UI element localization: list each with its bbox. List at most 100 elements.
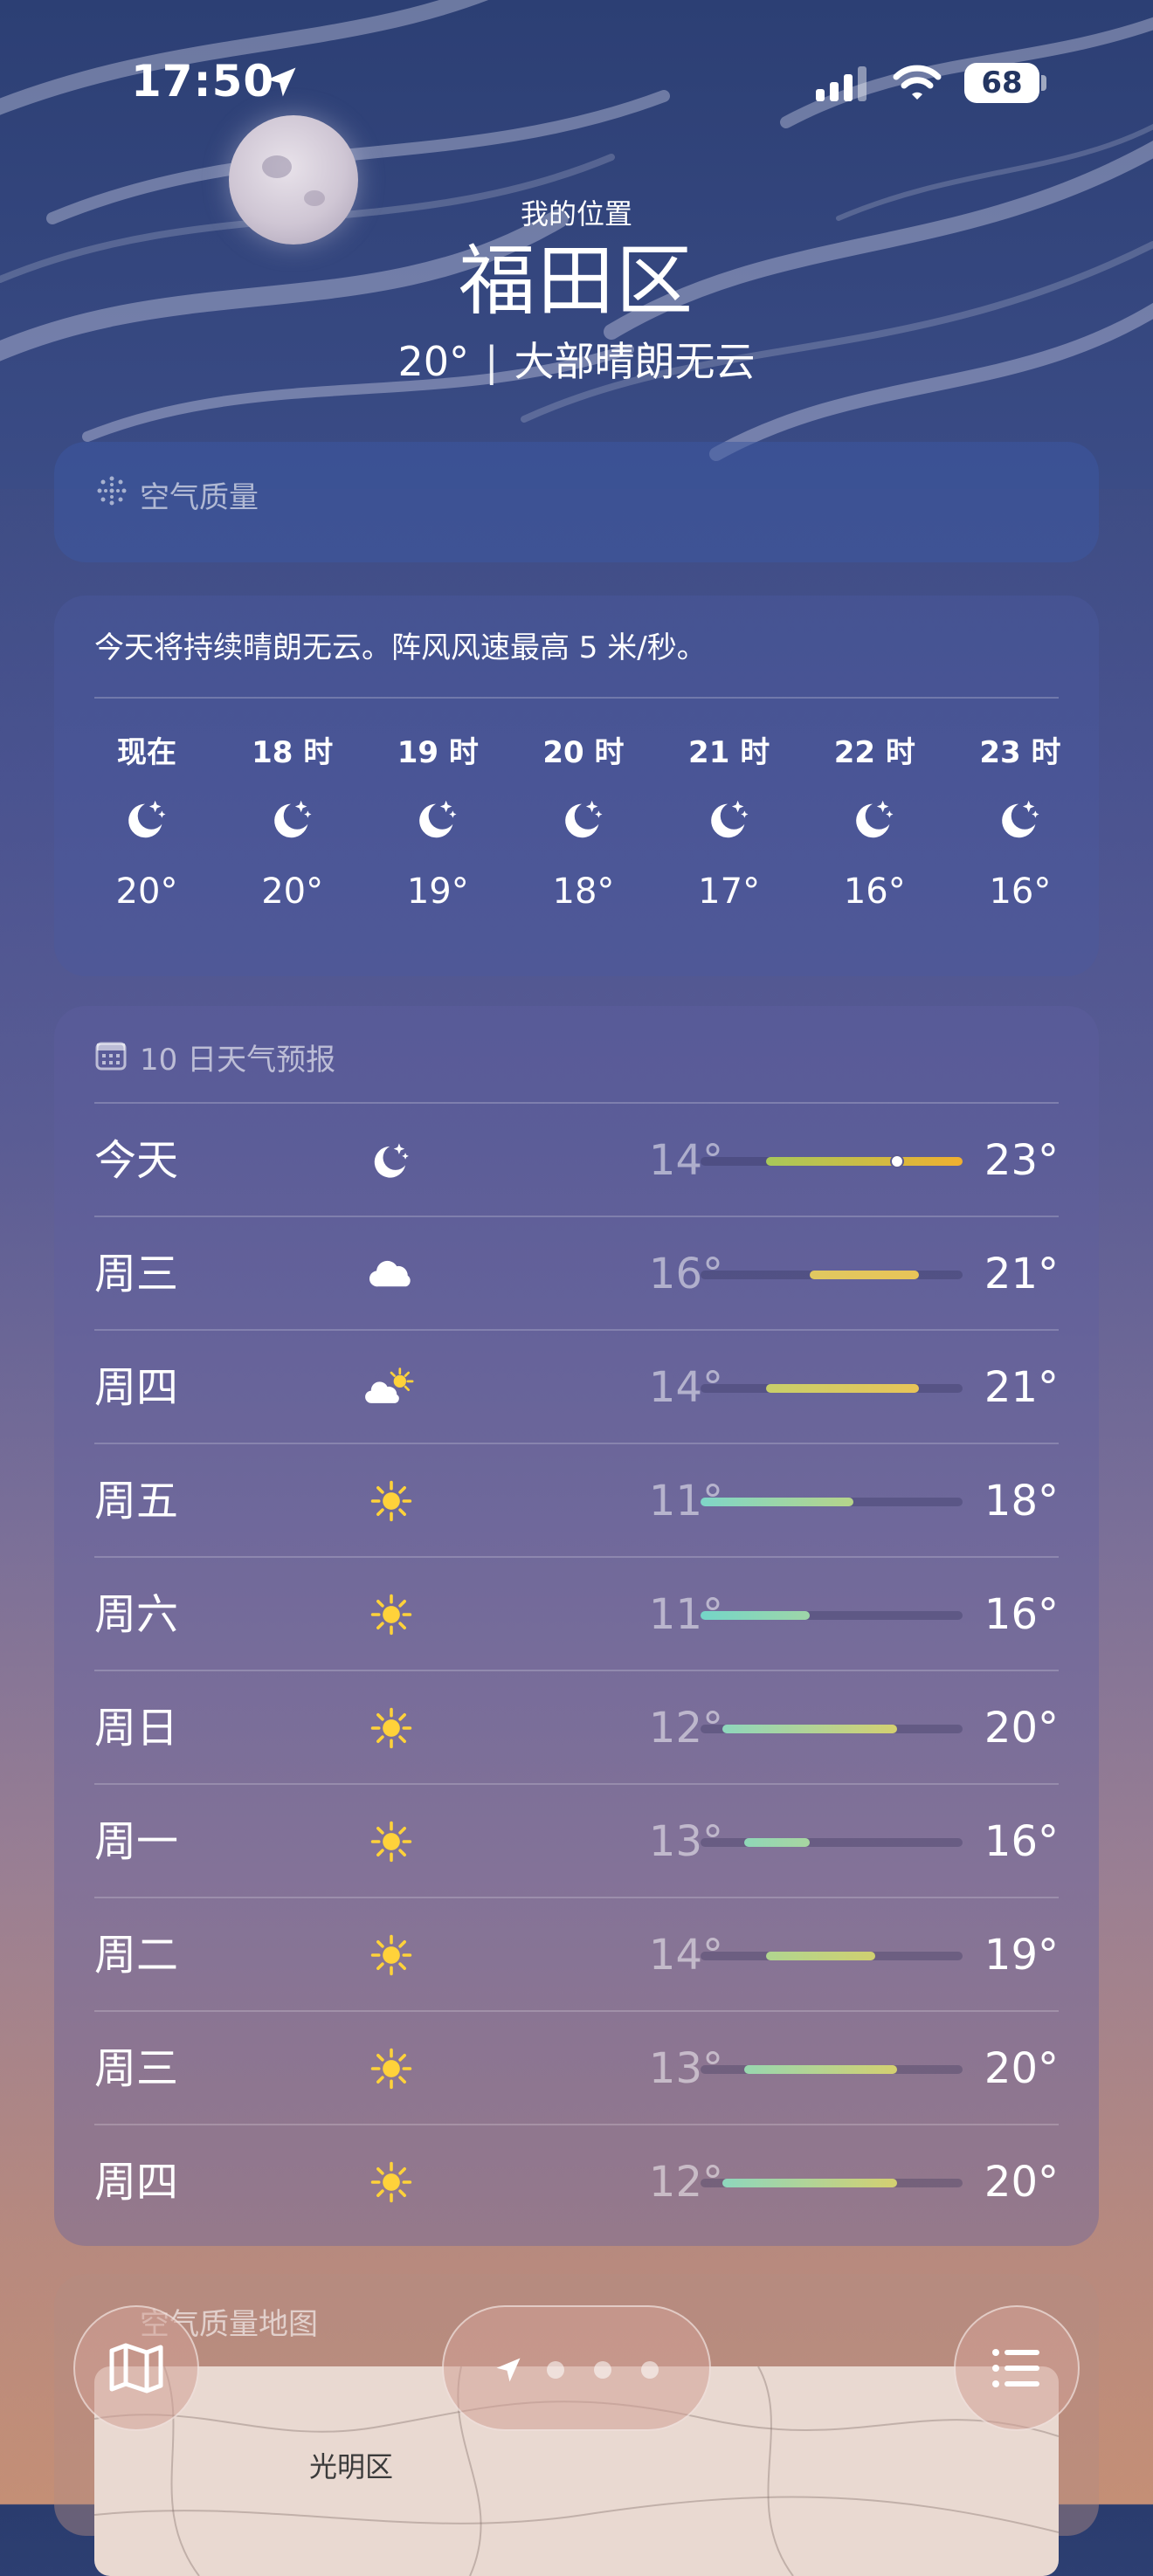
location-arrow-icon [496, 2358, 521, 2382]
hour-temp: 17° [698, 871, 761, 912]
map-icon [109, 2343, 163, 2393]
hour-label: 21 时 [688, 735, 770, 770]
hour-label: 20 时 [542, 735, 625, 770]
ten-day-title: 10 日天气预报 [140, 1043, 336, 1078]
ten-day-forecast-card[interactable]: 10 日天气预报 今天 14° 23° 周三 16° 21° 周四 14° 21° 周… [54, 1006, 1099, 2246]
temp-range-bar [701, 1952, 963, 1960]
current-conditions: 20° | 大部晴朗无云 [0, 330, 1153, 388]
list-icon [992, 2349, 1039, 2387]
hour-label: 22 时 [833, 735, 915, 770]
hour-temp: 20° [115, 871, 178, 912]
daily-row[interactable]: 周一 13° 16° [94, 1785, 1059, 1898]
hour-temp: 16° [989, 871, 1052, 912]
temp-range-fill [722, 2179, 897, 2187]
locations-list-button[interactable] [954, 2305, 1080, 2431]
page-dot[interactable] [547, 2361, 564, 2379]
temp-range-bar [701, 1725, 963, 1733]
hour-item: 18 时 20° [240, 728, 345, 912]
page-dot[interactable] [641, 2361, 659, 2379]
day-label: 周六 [94, 1590, 179, 1639]
moon-stars-icon [94, 767, 199, 871]
moon-stars-icon [531, 767, 636, 871]
hour-item: 19 时 19° [385, 728, 490, 912]
hour-temp: 18° [552, 871, 615, 912]
hourly-forecast-card[interactable]: 今天将持续晴朗无云。阵风风速最高 5 米/秒。 现在 20° 18 时 20° 19… [54, 596, 1099, 976]
temp-range-fill [701, 1611, 810, 1620]
temp-range-bar [701, 2179, 963, 2187]
high-temp: 16° [984, 1817, 1059, 1866]
daily-row[interactable]: 周四 14° 21° [94, 1331, 1059, 1444]
moon-stars-icon [385, 767, 490, 871]
high-temp: 21° [984, 1363, 1059, 1412]
hour-label: 19 时 [397, 735, 479, 770]
high-temp: 16° [984, 1590, 1059, 1639]
sun-icon [356, 1702, 426, 1754]
sun-icon [356, 2042, 426, 2095]
high-temp: 21° [984, 1250, 1059, 1298]
air-quality-card[interactable]: 空气质量 [54, 442, 1099, 562]
page-indicator[interactable] [442, 2305, 711, 2431]
temp-range-bar [701, 1838, 963, 1847]
daily-row[interactable]: 周二 14° 19° [94, 1898, 1059, 2012]
temp-range-bar [701, 2065, 963, 2074]
temp-range-fill [701, 1498, 853, 1506]
current-temp: 20° [397, 338, 470, 385]
temp-range-bar [701, 1611, 963, 1620]
sun-icon [356, 1475, 426, 1527]
day-label: 周三 [94, 1250, 179, 1298]
hour-item: 22 时 16° [822, 728, 927, 912]
wifi-icon [893, 65, 942, 100]
battery-cap [1041, 75, 1046, 91]
cellular-signal-icon [816, 66, 866, 101]
daily-row[interactable]: 周四 12° 20° [94, 2125, 1059, 2239]
map-place-label: 光明区 [309, 2450, 394, 2483]
temp-range-bar [701, 1384, 963, 1393]
high-temp: 19° [984, 1931, 1059, 1980]
daily-row[interactable]: 周五 11° 18° [94, 1444, 1059, 1558]
moon-stars-icon [240, 767, 345, 871]
high-temp: 20° [984, 1704, 1059, 1753]
hour-item: 21 时 17° [677, 728, 782, 912]
temp-range-fill [766, 1384, 919, 1393]
my-location-label: 我的位置 [520, 197, 632, 231]
daily-row[interactable]: 周六 11° 16° [94, 1558, 1059, 1671]
separator: | [485, 338, 499, 385]
current-temp-dot [890, 1154, 904, 1168]
hour-temp: 16° [843, 871, 906, 912]
temp-range-bar [701, 1154, 963, 1168]
hour-item: 现在 20° [94, 728, 199, 912]
hourly-list[interactable]: 现在 20° 18 时 20° 19 时 19° 20 时 18° 21 时 17° 22… [94, 728, 1073, 912]
hour-item: 23 时 16° [968, 728, 1073, 912]
daily-row[interactable]: 周三 16° 21° [94, 1217, 1059, 1331]
day-label: 周一 [94, 1817, 179, 1866]
moon-stars-icon [677, 767, 782, 871]
hour-label: 23 时 [979, 735, 1061, 770]
calendar-icon [95, 1042, 127, 1071]
day-label: 周三 [94, 2044, 179, 2093]
temp-range-fill [766, 1952, 875, 1960]
daily-row[interactable]: 今天 14° 23° [94, 1104, 1059, 1217]
cloud-icon [356, 1248, 426, 1300]
page-dot[interactable] [594, 2361, 611, 2379]
moon-stars-icon [356, 1134, 426, 1187]
divider [94, 697, 1059, 699]
air-quality-icon [97, 476, 127, 506]
day-label: 周五 [94, 1477, 179, 1526]
daily-row[interactable]: 周日 12° 20° [94, 1671, 1059, 1785]
sun-icon [356, 1929, 426, 1981]
map-button[interactable] [73, 2305, 199, 2431]
temp-range-fill [744, 2065, 897, 2074]
forecast-summary: 今天将持续晴朗无云。阵风风速最高 5 米/秒。 [94, 630, 707, 665]
high-temp: 20° [984, 2044, 1059, 2093]
high-temp: 20° [984, 2158, 1059, 2207]
location-header: 我的位置 福田区 20° | 大部晴朗无云 [0, 192, 1153, 388]
temp-range-fill [744, 1838, 810, 1847]
hour-label: 现在 [117, 735, 176, 770]
hour-temp: 20° [261, 871, 324, 912]
high-temp: 18° [984, 1477, 1059, 1526]
daily-row[interactable]: 周三 13° 20° [94, 2012, 1059, 2125]
status-time: 17:50 [131, 56, 275, 107]
sun-icon [356, 1588, 426, 1641]
temp-range-bar [701, 1498, 963, 1506]
sun-icon [356, 2156, 426, 2208]
